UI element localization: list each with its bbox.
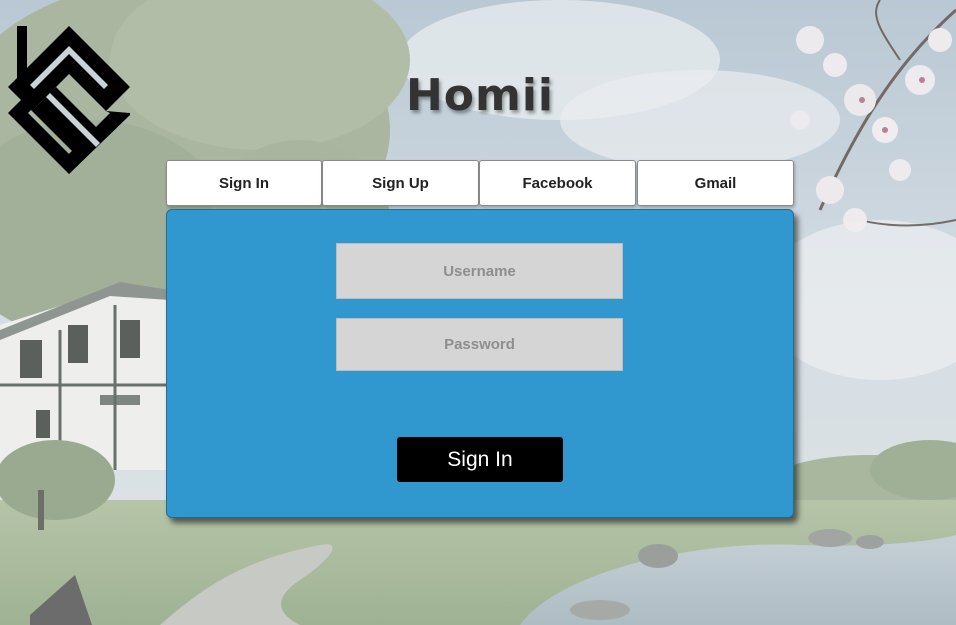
tab-sign-up[interactable]: Sign Up	[322, 160, 479, 206]
tab-sign-in[interactable]: Sign In	[166, 160, 322, 206]
sign-in-panel: Sign In	[166, 209, 794, 518]
app-title: Homii	[405, 70, 555, 121]
sign-in-button[interactable]: Sign In	[397, 437, 563, 482]
tab-facebook[interactable]: Facebook	[479, 160, 636, 206]
auth-tabs: Sign In Sign Up Facebook Gmail	[166, 160, 794, 208]
house-s-logo-icon	[6, 24, 132, 176]
tab-gmail[interactable]: Gmail	[637, 160, 794, 206]
username-input[interactable]	[336, 243, 623, 299]
password-input[interactable]	[336, 318, 623, 371]
